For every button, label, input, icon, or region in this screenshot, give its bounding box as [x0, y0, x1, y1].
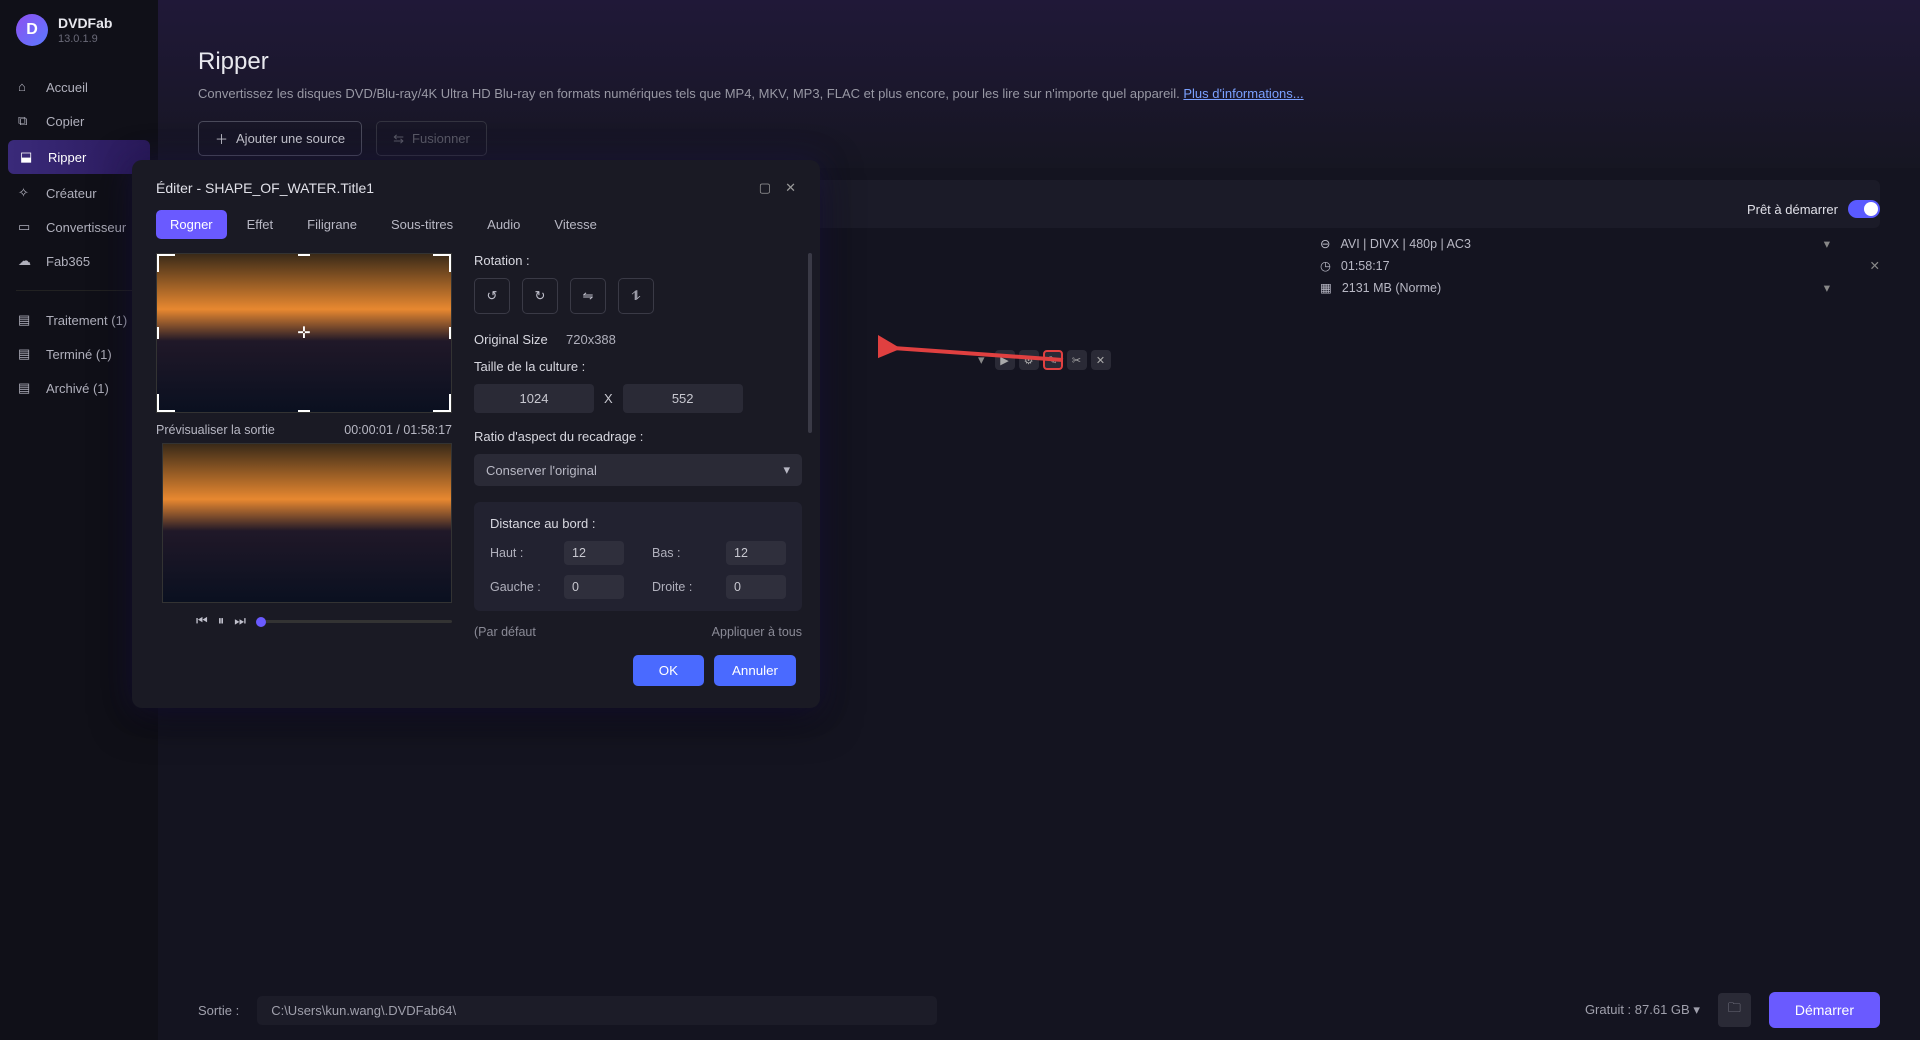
crop-preview[interactable]: ✛	[156, 253, 452, 413]
disk-icon: ▦	[1320, 280, 1332, 295]
crop-height-input[interactable]	[623, 384, 743, 413]
tab-watermark[interactable]: Filigrane	[293, 210, 371, 239]
edge-right-input[interactable]	[726, 575, 786, 599]
aspect-select[interactable]: Conserver l'original ▾	[474, 454, 802, 486]
rotate-right-button[interactable]: ↻	[522, 278, 558, 314]
page-title: Ripper	[198, 48, 1880, 76]
tab-effect[interactable]: Effet	[233, 210, 288, 239]
edge-label: Distance au bord :	[490, 516, 786, 531]
duration-row: ◷ 01:58:17 ✕	[1320, 258, 1880, 273]
logo-icon: D	[16, 14, 48, 46]
merge-icon: ⇆	[393, 131, 404, 147]
preview-column: ✛ Prévisualiser la sortie 00:00:01 / 01:…	[156, 253, 452, 655]
convert-icon: ▭	[18, 219, 34, 235]
add-source-button[interactable]: ＋Ajouter une source	[198, 121, 362, 156]
prev-frame-button[interactable]: ⏮	[196, 613, 208, 629]
app-name: DVDFab	[58, 15, 112, 31]
crop-size-label: Taille de la culture :	[474, 359, 802, 374]
plus-icon: ＋	[215, 129, 228, 148]
orig-size-value: 720x388	[566, 332, 616, 347]
app-version: 13.0.1.9	[58, 33, 112, 45]
processing-icon: ▤	[18, 312, 34, 328]
start-button[interactable]: Démarrer	[1769, 992, 1880, 1028]
folder-icon[interactable]: 🗀	[1718, 993, 1751, 1027]
home-icon: ⌂	[18, 79, 34, 95]
page-header: Ripper Convertissez les disques DVD/Blu-…	[158, 0, 1920, 168]
output-preview	[162, 443, 452, 603]
format-row[interactable]: ⊖ AVI | DIVX | 480p | AC3 ▾	[1320, 236, 1880, 251]
format-icon: ⊖	[1320, 236, 1330, 251]
settings-column: Rotation : ↺ ↻ ⇋ ⥮ Original Size 720x388…	[474, 253, 802, 655]
sidebar-item-ripper[interactable]: ⬓Ripper	[8, 140, 150, 174]
ready-toggle[interactable]	[1848, 200, 1880, 218]
pause-button[interactable]: ⏸	[218, 613, 225, 629]
modal-tabs: Rogner Effet Filigrane Sous-titres Audio…	[156, 210, 796, 239]
chevron-down-icon[interactable]: ▾	[978, 352, 985, 368]
tab-audio[interactable]: Audio	[473, 210, 534, 239]
orig-size-label: Original Size	[474, 332, 552, 347]
seek-slider[interactable]	[256, 620, 452, 623]
default-link[interactable]: (Par défaut	[474, 625, 536, 639]
edge-top-input[interactable]	[564, 541, 624, 565]
chevron-down-icon: ▾	[1824, 280, 1830, 295]
rotate-left-button[interactable]: ↺	[474, 278, 510, 314]
copy-icon: ⧉	[18, 113, 34, 129]
apply-all-link[interactable]: Appliquer à tous	[712, 625, 802, 639]
rotation-label: Rotation :	[474, 253, 802, 268]
archive-icon: ▤	[18, 380, 34, 396]
chevron-down-icon: ▾	[1824, 236, 1830, 251]
edit-button[interactable]: ✎	[1043, 350, 1063, 370]
edge-bottom-input[interactable]	[726, 541, 786, 565]
scrollbar[interactable]	[808, 253, 812, 433]
edge-left-input[interactable]	[564, 575, 624, 599]
cancel-button[interactable]: Annuler	[714, 655, 796, 686]
crop-width-input[interactable]	[474, 384, 594, 413]
modal-close-icon[interactable]: ✕	[785, 180, 796, 196]
merge-button[interactable]: ⇆Fusionner	[376, 121, 487, 156]
ripper-icon: ⬓	[20, 149, 36, 165]
modal-maximize-icon[interactable]: ▢	[759, 180, 771, 196]
more-info-link[interactable]: Plus d'informations...	[1183, 86, 1303, 101]
cut-button[interactable]: ✂	[1067, 350, 1087, 370]
preview-time: 00:00:01 / 01:58:17	[344, 423, 452, 437]
flip-horizontal-button[interactable]: ⇋	[570, 278, 606, 314]
size-row[interactable]: ▦ 2131 MB (Norme) ▾	[1320, 280, 1880, 295]
output-label: Sortie :	[198, 1003, 239, 1018]
sidebar-item-home[interactable]: ⌂Accueil	[0, 70, 158, 104]
logo: D DVDFab 13.0.1.9	[0, 0, 158, 52]
modal-title: Éditer - SHAPE_OF_WATER.Title1	[156, 180, 374, 196]
tab-subtitles[interactable]: Sous-titres	[377, 210, 467, 239]
free-space[interactable]: Gratuit : 87.61 GB ▾	[1585, 1002, 1700, 1018]
sidebar-item-copy[interactable]: ⧉Copier	[0, 104, 158, 138]
tab-speed[interactable]: Vitesse	[540, 210, 610, 239]
preview-label: Prévisualiser la sortie	[156, 423, 275, 437]
cloud-icon: ☁	[18, 253, 34, 269]
ok-button[interactable]: OK	[633, 655, 704, 686]
edge-distance-box: Distance au bord : Haut : Bas : Gauche :…	[474, 502, 802, 611]
tab-crop[interactable]: Rogner	[156, 210, 227, 239]
edit-modal: Éditer - SHAPE_OF_WATER.Title1 ▢ ✕ Rogne…	[132, 160, 820, 708]
settings-button[interactable]: ⚙	[1019, 350, 1039, 370]
crop-center-icon[interactable]: ✛	[297, 323, 310, 343]
delete-button[interactable]: ✕	[1091, 350, 1111, 370]
chevron-down-icon: ▾	[783, 462, 790, 478]
play-button[interactable]: ▶	[995, 350, 1015, 370]
flip-vertical-button[interactable]: ⥮	[618, 278, 654, 314]
item-action-bar: ▾ ▶ ⚙ ✎ ✂ ✕	[978, 350, 1111, 370]
remove-item-button[interactable]: ✕	[1870, 258, 1880, 273]
done-icon: ▤	[18, 346, 34, 362]
next-frame-button[interactable]: ⏭	[234, 613, 246, 629]
ready-label: Prêt à démarrer	[1747, 202, 1838, 217]
star-icon: ✧	[18, 185, 34, 201]
play-controls: ⏮ ⏸ ⏭	[156, 613, 452, 629]
aspect-label: Ratio d'aspect du recadrage :	[474, 429, 802, 444]
footer: Sortie : C:\Users\kun.wang\.DVDFab64\ Gr…	[158, 980, 1920, 1040]
page-desc: Convertissez les disques DVD/Blu-ray/4K …	[198, 86, 1880, 101]
clock-icon: ◷	[1320, 258, 1331, 273]
output-path[interactable]: C:\Users\kun.wang\.DVDFab64\	[257, 996, 937, 1025]
item-panel: Prêt à démarrer ⊖ AVI | DIVX | 480p | AC…	[1320, 200, 1880, 302]
